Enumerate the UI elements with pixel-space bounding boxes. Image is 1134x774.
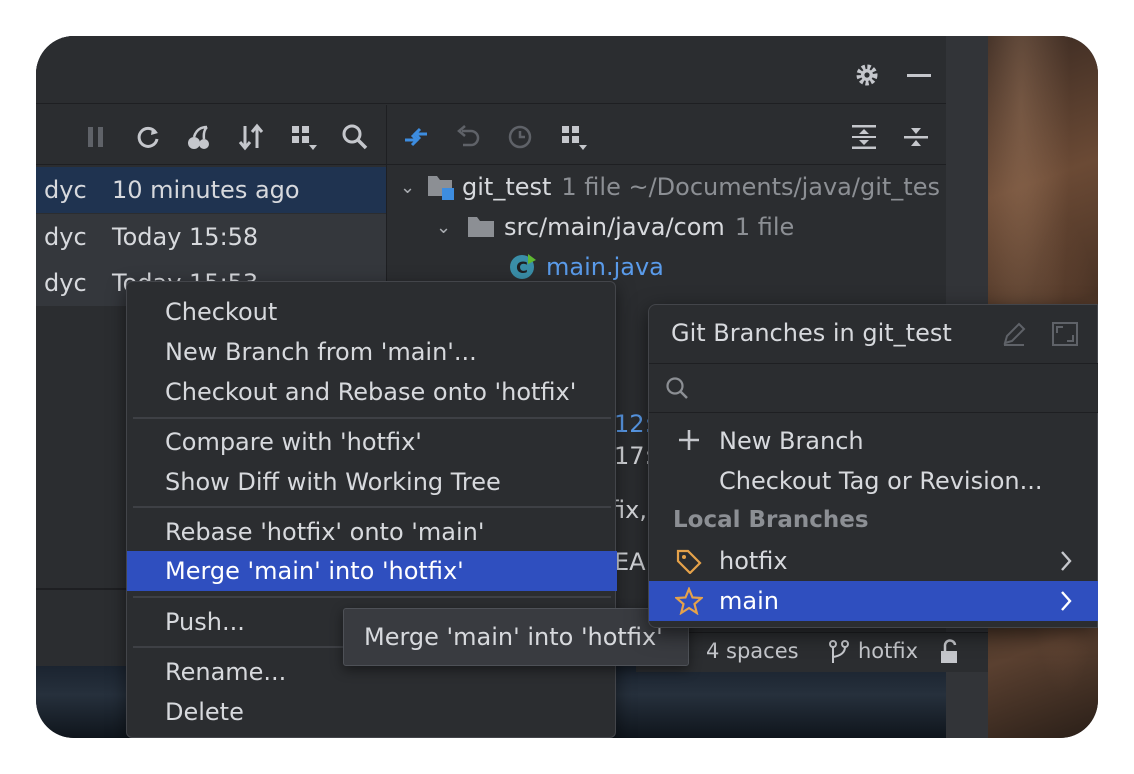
tool-window-header (36, 36, 946, 104)
menu-item-new-branch[interactable]: New Branch from 'main'... (127, 332, 615, 372)
menu-item-checkout[interactable]: Checkout (127, 292, 615, 332)
group-by-icon[interactable] (289, 122, 319, 152)
new-branch-item[interactable]: New Branch (649, 421, 1098, 461)
git-branches-popup: Git Branches in git_test New Branch Chec… (648, 304, 1098, 628)
plus-icon (677, 428, 701, 458)
branch-status[interactable]: hotfix (858, 639, 918, 663)
commit-date: 10 minutes ago (112, 176, 300, 204)
branch-context-menu: Checkout New Branch from 'main'... Check… (126, 281, 617, 738)
branch-icon (828, 639, 850, 670)
menu-item-delete[interactable]: Delete (127, 692, 615, 732)
popup-title: Git Branches in git_test (671, 319, 952, 347)
changes-toolbar (387, 105, 946, 165)
history-icon[interactable] (505, 122, 535, 152)
cherry-pick-icon[interactable] (184, 122, 214, 152)
commit-detail-hash: 12: (614, 410, 653, 438)
branch-search[interactable] (649, 363, 1098, 413)
commit-row[interactable]: dyc 10 minutes ago (36, 167, 386, 213)
star-icon (673, 586, 705, 621)
checkout-tag-item[interactable]: Checkout Tag or Revision... (649, 461, 1098, 501)
screenshot-frame: dyc 10 minutes ago dyc Today 15:58 dyc T… (36, 36, 1098, 738)
commit-detail-head: EA (614, 548, 646, 576)
gear-icon[interactable] (854, 62, 880, 92)
log-toolbar (36, 105, 386, 165)
folder-icon (466, 214, 498, 240)
tree-file-name: main.java (546, 253, 664, 281)
sort-icon[interactable] (236, 122, 266, 152)
svg-text:C: C (516, 258, 528, 277)
branch-item-main[interactable]: main (649, 581, 1098, 621)
lock-open-icon[interactable] (938, 639, 962, 670)
branch-item-hotfix[interactable]: hotfix (649, 541, 1098, 581)
minimize-icon[interactable] (906, 62, 932, 92)
new-branch-label: New Branch (719, 427, 864, 455)
search-icon (665, 376, 691, 406)
chevron-right-icon (1059, 549, 1073, 579)
java-class-icon: C (508, 252, 538, 282)
commit-date: Today 15:58 (112, 223, 259, 251)
menu-item-show-diff[interactable]: Show Diff with Working Tree (127, 462, 615, 502)
group-by-icon[interactable] (559, 122, 589, 152)
branch-name: hotfix (719, 547, 788, 575)
refresh-icon[interactable] (133, 122, 163, 152)
menu-separator (133, 596, 611, 598)
tree-root[interactable]: ⌄ git_test 1 file ~/Documents/java/git_t… (400, 167, 940, 207)
tree-root-meta: 1 file ~/Documents/java/git_tes (561, 173, 940, 201)
tag-icon (675, 548, 703, 580)
commit-author: dyc (44, 176, 87, 204)
merge-tooltip: Merge 'main' into 'hotfix' (343, 608, 689, 666)
project-folder-icon (426, 172, 458, 202)
commit-author: dyc (44, 269, 87, 297)
expand-all-icon[interactable] (849, 122, 879, 152)
chevron-down-icon[interactable]: ⌄ (436, 217, 458, 238)
chevron-right-icon (1059, 589, 1073, 619)
local-branches-header: Local Branches (673, 507, 869, 533)
commit-author: dyc (44, 223, 87, 251)
menu-separator (133, 506, 611, 508)
menu-item-rebase[interactable]: Rebase 'hotfix' onto 'main' (127, 512, 615, 552)
edit-icon[interactable] (1001, 321, 1027, 351)
search-icon[interactable] (340, 122, 370, 152)
menu-item-compare[interactable]: Compare with 'hotfix' (127, 422, 615, 462)
indent-status[interactable]: 4 spaces (706, 639, 799, 663)
collapse-all-icon[interactable] (901, 122, 931, 152)
diff-arrows-icon[interactable] (401, 122, 431, 152)
menu-item-merge[interactable]: Merge 'main' into 'hotfix' (127, 551, 617, 591)
checkout-tag-label: Checkout Tag or Revision... (719, 467, 1043, 495)
revert-icon[interactable] (453, 122, 483, 152)
commit-detail-time: 17: (614, 442, 653, 470)
tree-folder-meta: 1 file (734, 213, 795, 241)
menu-separator (133, 417, 611, 419)
chevron-down-icon[interactable]: ⌄ (400, 177, 422, 198)
maximize-icon[interactable] (1051, 321, 1079, 351)
branch-name: main (719, 587, 779, 615)
tree-folder[interactable]: ⌄ src/main/java/com 1 file (436, 207, 794, 247)
pause-icon[interactable] (81, 122, 111, 152)
commit-row[interactable]: dyc Today 15:58 (36, 214, 386, 260)
menu-item-checkout-rebase[interactable]: Checkout and Rebase onto 'hotfix' (127, 372, 615, 412)
tree-folder-name: src/main/java/com (504, 213, 725, 241)
tree-root-name: git_test (462, 173, 552, 201)
